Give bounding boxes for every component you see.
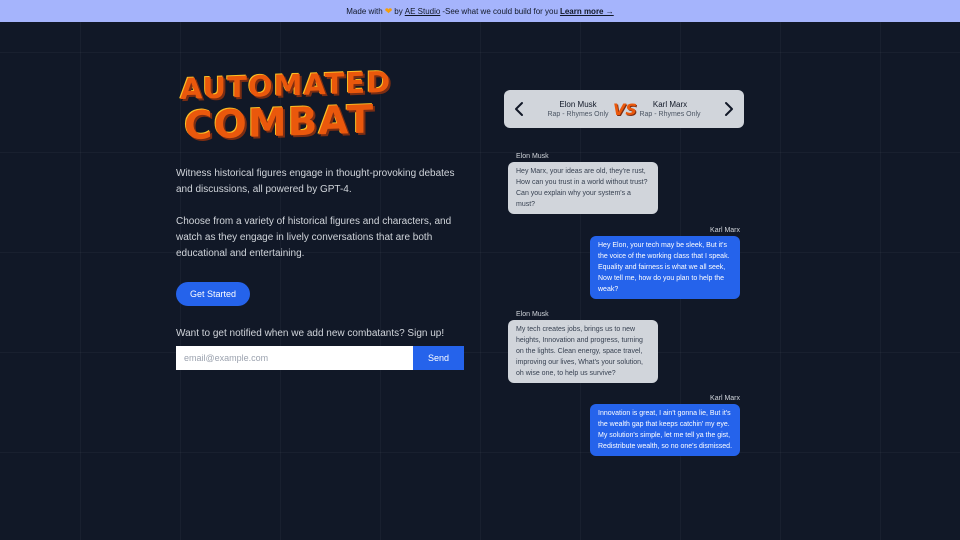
chat-message: Innovation is great, I ain't gonna lie, … xyxy=(590,404,740,456)
email-input[interactable] xyxy=(176,346,413,370)
chat-message: My tech creates jobs, brings us to new h… xyxy=(508,320,658,383)
chat-message: Hey Marx, your ideas are old, they're ru… xyxy=(508,162,658,214)
ae-studio-link[interactable]: AE Studio xyxy=(405,7,441,16)
banner-by: by xyxy=(394,6,403,16)
get-started-button[interactable]: Get Started xyxy=(176,282,250,306)
heart-icon: ❤ xyxy=(384,5,393,16)
promo-banner: Made with ❤ by AE Studio -See what we co… xyxy=(0,0,960,22)
notify-text: Want to get notified when we add new com… xyxy=(176,328,445,339)
background-grid xyxy=(0,22,960,540)
intro-paragraph: Witness historical figures engage in tho… xyxy=(176,168,455,195)
message-speaker: Karl Marx xyxy=(710,395,740,402)
hero-section: AUTOMATED COMBAT Witness historical figu… xyxy=(176,65,476,370)
chat-message: Hey Elon, your tech may be sleek, But it… xyxy=(590,236,740,299)
description-paragraph: Choose from a variety of historical figu… xyxy=(176,216,452,259)
message-speaker: Karl Marx xyxy=(710,227,740,234)
message-speaker: Elon Musk xyxy=(516,311,549,318)
automated-combat-logo: AUTOMATED COMBAT xyxy=(176,65,476,149)
message-speaker: Elon Musk xyxy=(516,153,549,160)
logo-line-2: COMBAT xyxy=(184,97,375,150)
chat-log: Elon Musk Hey Marx, your ideas are old, … xyxy=(508,0,744,540)
send-button[interactable]: Send xyxy=(413,346,464,370)
banner-made-with: Made with xyxy=(346,6,383,16)
